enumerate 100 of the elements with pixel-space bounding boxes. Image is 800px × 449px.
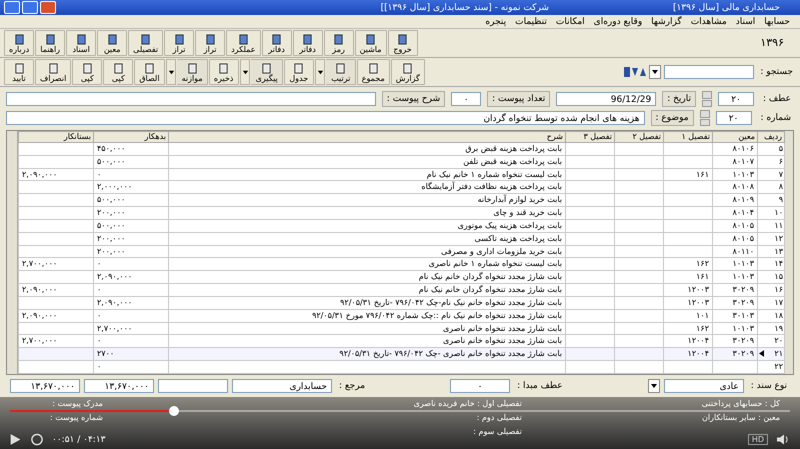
document-icon bbox=[112, 63, 124, 74]
table-cell: ۱۷ bbox=[774, 298, 783, 307]
toolbar-button[interactable]: تراز bbox=[164, 30, 194, 56]
document-icon bbox=[14, 63, 24, 74]
menu-item[interactable]: اسناد bbox=[736, 16, 756, 26]
table-cell: ۰ bbox=[97, 336, 102, 346]
quality-button[interactable]: HD bbox=[748, 434, 768, 445]
table-cell: ۴۵۰,۰۰۰ bbox=[97, 144, 126, 153]
column-header[interactable]: تفصیل ۲ bbox=[614, 132, 664, 142]
column-header[interactable]: بستانکار bbox=[18, 132, 94, 142]
toolbar-button[interactable]: کپی bbox=[103, 59, 134, 85]
progress-handle[interactable] bbox=[168, 406, 179, 416]
toolbar-button[interactable]: موازنه bbox=[176, 59, 208, 85]
minimize-button[interactable] bbox=[4, 1, 20, 14]
toolbar-button[interactable]: درباره bbox=[4, 30, 34, 56]
table-cell: ۵ bbox=[778, 144, 783, 153]
column-header[interactable]: معین bbox=[712, 132, 758, 142]
caret-button[interactable] bbox=[314, 59, 325, 85]
menu-item[interactable]: حسابها bbox=[764, 16, 790, 26]
document-type-field[interactable]: عادی bbox=[664, 379, 744, 393]
spin-button[interactable] bbox=[702, 91, 712, 107]
volume-icon[interactable] bbox=[776, 433, 790, 446]
toolbar-button[interactable]: مجموع bbox=[356, 59, 390, 85]
column-header[interactable]: تفصیل ۱ bbox=[664, 132, 712, 142]
scrollbar[interactable] bbox=[785, 131, 793, 374]
date-label: تاریخ : bbox=[662, 91, 696, 107]
column-header[interactable]: ردیف bbox=[758, 132, 784, 142]
attachment-count-field[interactable]: ۰ bbox=[451, 92, 482, 106]
menu-item[interactable]: پنجره bbox=[485, 16, 506, 26]
toolbar-button[interactable]: رمز bbox=[324, 30, 354, 56]
close-button[interactable] bbox=[40, 1, 56, 14]
toolbar-button[interactable]: ذخیره bbox=[208, 59, 239, 85]
toolbar-button[interactable]: انصراف bbox=[35, 59, 72, 85]
column-header[interactable]: تفصیل ۳ bbox=[566, 132, 614, 142]
maximize-button[interactable] bbox=[22, 1, 38, 14]
toolbar-button[interactable]: الصاق bbox=[134, 59, 165, 85]
toolbar-button[interactable]: ماشین bbox=[354, 30, 386, 56]
column-header[interactable]: بدهکار bbox=[94, 132, 168, 142]
toolbar-button[interactable]: تراز bbox=[195, 30, 226, 56]
document-icon bbox=[365, 34, 376, 45]
spin-button[interactable] bbox=[700, 110, 710, 126]
scrollbar[interactable] bbox=[7, 131, 18, 374]
empty-field[interactable] bbox=[158, 379, 228, 393]
source-field[interactable]: حسابداری bbox=[232, 379, 332, 393]
toolbar-button[interactable]: اسناد bbox=[66, 30, 96, 56]
toolbar-button[interactable]: معین bbox=[97, 30, 128, 56]
table-cell: بابت خرید لوازم آبدارخانه bbox=[478, 195, 562, 204]
caret-icon bbox=[651, 68, 660, 76]
menu-item[interactable]: امکانات bbox=[556, 16, 585, 26]
replay-icon[interactable] bbox=[30, 433, 44, 446]
table-cell: ۸۰۱۱۰ bbox=[732, 246, 754, 256]
toolbar-button[interactable]: جدول bbox=[284, 59, 314, 85]
table-cell: ۱۶ bbox=[774, 285, 783, 294]
caret-button[interactable] bbox=[166, 59, 176, 85]
toolbar-button[interactable]: دفاتر bbox=[262, 30, 292, 56]
dropdown-button[interactable] bbox=[648, 379, 660, 393]
toolbar-button[interactable]: تایید bbox=[4, 59, 34, 85]
toolbar-button[interactable]: کپی bbox=[72, 59, 102, 85]
toolbar-button[interactable]: عملکرد bbox=[226, 30, 261, 56]
number-field[interactable]: ۲۰ bbox=[716, 111, 752, 125]
dropdown-button[interactable] bbox=[649, 65, 662, 79]
toolbar-button[interactable]: پیگیری bbox=[250, 59, 283, 85]
table-cell: ۲,۰۹۰,۰۰۰ bbox=[97, 272, 132, 282]
caret-button[interactable] bbox=[240, 59, 250, 85]
attachment-count-label: تعداد پیوست : bbox=[487, 91, 550, 107]
subject-field[interactable]: هزینه های انجام شده توسط تنخواه گردان bbox=[6, 111, 645, 125]
date-field[interactable]: 96/12/29 bbox=[556, 92, 656, 106]
table-cell: ۲,۷۰۰,۰۰۰ bbox=[97, 324, 132, 332]
table-cell: ۱۶۱ bbox=[696, 272, 709, 282]
caret-icon bbox=[242, 68, 249, 76]
table-cell: بابت شارژ مجدد تنخواه خانم ناصری bbox=[443, 324, 562, 332]
year-field[interactable]: ۱۳۹۶ bbox=[760, 30, 796, 56]
menu-item[interactable]: مشاهدات bbox=[690, 16, 727, 26]
toolbar-button[interactable]: خروج bbox=[388, 30, 418, 56]
toolbar-button[interactable]: ترتیب bbox=[326, 59, 356, 85]
toolbar-button[interactable]: دفاتر bbox=[292, 30, 323, 56]
sort-icon[interactable] bbox=[622, 66, 646, 78]
origin-ref-field[interactable]: ۰ bbox=[450, 379, 510, 393]
menu-item[interactable]: وقایع دوره‌ای bbox=[594, 16, 642, 26]
table-cell: ۸۰۱۰۵ bbox=[732, 220, 754, 230]
menu-item[interactable]: تنظیمات bbox=[515, 16, 547, 26]
table-cell: بابت شارژ مجدد تنخواه خانم ناصری bbox=[443, 336, 562, 346]
detail-three-text: تفصیلی سوم : bbox=[472, 427, 522, 437]
table-cell: بابت شارژ مجدد تنخواه خانم نیک نام-چک ۷۹۶/۰۴۲ -تاریخ ۹۲/۰۵/۳۱ bbox=[340, 298, 562, 307]
table-cell: ۱۴ bbox=[774, 259, 783, 268]
table-cell: بابت شارژ مجدد تنخواه گردان خانم نیک نام bbox=[418, 285, 562, 294]
menu-item[interactable]: گزارشها bbox=[651, 16, 682, 26]
ref-field[interactable]: ۲۰ bbox=[718, 92, 754, 106]
subject-label: موضوع : bbox=[650, 110, 694, 126]
table-cell: ۱۶۱ bbox=[696, 170, 709, 179]
number-label: شماره : bbox=[760, 113, 792, 123]
attachment-description-field[interactable] bbox=[6, 92, 376, 106]
play-icon[interactable] bbox=[8, 433, 22, 446]
toolbar-button[interactable]: گزارش bbox=[390, 59, 425, 85]
document-type-label: نوع سند : bbox=[750, 381, 788, 391]
column-header[interactable]: شرح bbox=[168, 132, 566, 142]
caret-icon bbox=[316, 68, 324, 76]
toolbar-button[interactable]: راهنما bbox=[35, 30, 66, 56]
search-field[interactable] bbox=[664, 65, 754, 79]
toolbar-button[interactable]: تفصیلی bbox=[128, 30, 164, 56]
